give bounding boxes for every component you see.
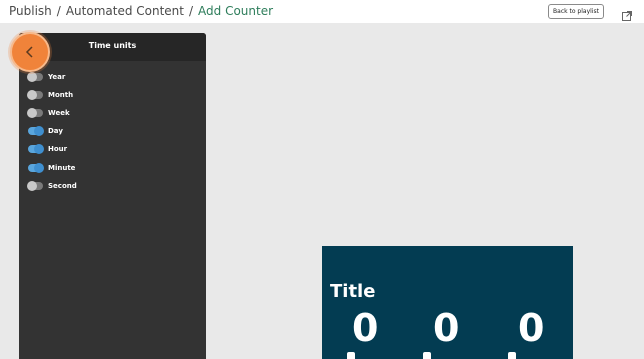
toggle-day[interactable]: Day bbox=[28, 125, 148, 137]
toggle-switch[interactable] bbox=[28, 163, 44, 173]
toggle-label: Second bbox=[48, 182, 77, 190]
breadcrumb-publish[interactable]: Publish bbox=[9, 4, 52, 18]
toggle-week[interactable]: Week bbox=[27, 107, 148, 119]
toggle-switch[interactable] bbox=[27, 90, 43, 100]
toggle-switch[interactable] bbox=[28, 144, 44, 154]
toggle-second[interactable]: Second bbox=[27, 180, 148, 192]
counter-digit: 0 bbox=[352, 306, 379, 350]
breadcrumb-automated-content[interactable]: Automated Content bbox=[66, 4, 184, 18]
breadcrumb-separator: / bbox=[56, 4, 61, 18]
back-to-playlist-button[interactable]: Back to playlist bbox=[548, 4, 604, 19]
counter-unit-label bbox=[347, 352, 355, 359]
counter-digit: 0 bbox=[518, 306, 545, 350]
counter-unit-label bbox=[423, 352, 431, 359]
toggle-year[interactable]: Year bbox=[27, 71, 148, 83]
toggle-switch[interactable] bbox=[28, 126, 44, 136]
top-bar: Publish / Automated Content / Add Counte… bbox=[0, 0, 644, 23]
toggle-month[interactable]: Month bbox=[27, 89, 148, 101]
breadcrumb-add-counter: Add Counter bbox=[198, 4, 274, 18]
toggle-switch[interactable] bbox=[27, 72, 43, 82]
toggle-label: Hour bbox=[48, 145, 68, 153]
counter-unit-label bbox=[508, 352, 516, 359]
panel-back-button[interactable] bbox=[10, 32, 50, 72]
counter-preview[interactable]: Title 0 0 0 bbox=[322, 246, 573, 359]
toggle-label: Year bbox=[48, 73, 66, 81]
chevron-left-icon bbox=[25, 46, 33, 58]
preview-title: Title bbox=[330, 281, 376, 302]
toggle-label: Minute bbox=[48, 164, 76, 172]
toggle-hour[interactable]: Hour bbox=[28, 143, 148, 155]
breadcrumb-separator: / bbox=[188, 4, 194, 18]
toggle-label: Day bbox=[48, 127, 63, 135]
external-window-icon[interactable] bbox=[622, 6, 632, 21]
toggle-minute[interactable]: Minute bbox=[28, 162, 148, 174]
toggle-switch[interactable] bbox=[27, 108, 43, 118]
toggle-label: Week bbox=[48, 109, 70, 117]
breadcrumb: Publish / Automated Content / Add Counte… bbox=[9, 4, 273, 18]
toggle-label: Month bbox=[48, 91, 74, 99]
counter-digit: 0 bbox=[433, 306, 460, 350]
toggle-switch[interactable] bbox=[27, 181, 43, 191]
